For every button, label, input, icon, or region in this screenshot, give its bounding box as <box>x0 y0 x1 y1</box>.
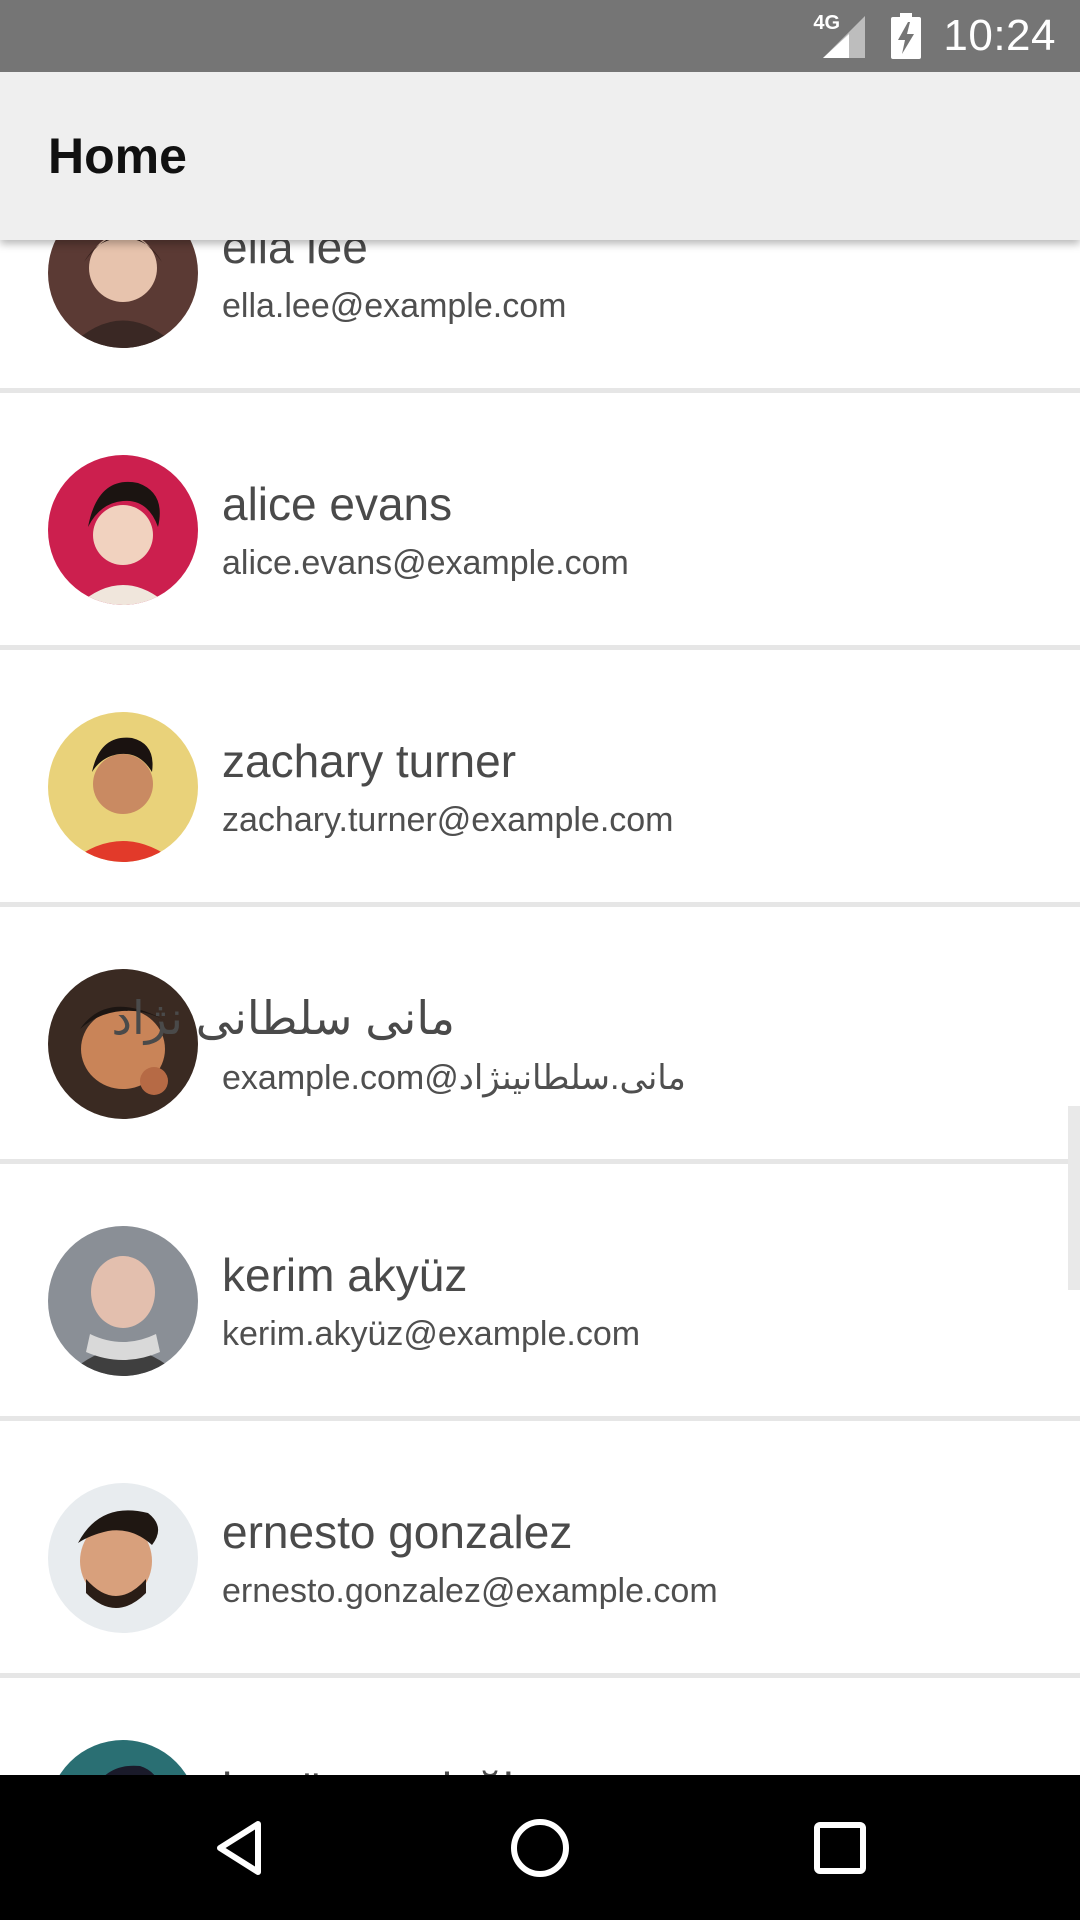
contact-name: zachary turner <box>222 735 517 787</box>
list-item[interactable]: ella lee ella.lee@example.com <box>0 240 1080 393</box>
avatar <box>48 1483 198 1633</box>
recents-button[interactable] <box>770 1775 910 1920</box>
avatar-photo-icon <box>48 1226 198 1376</box>
status-bar: 4G 10:24 <box>0 0 1080 72</box>
clock: 10:24 <box>943 11 1056 60</box>
navigation-bar <box>0 1775 1080 1920</box>
avatar <box>48 1740 198 1775</box>
avatar-photo-icon <box>48 1483 198 1633</box>
back-button[interactable] <box>170 1775 310 1920</box>
contact-name: kerim akyüz <box>222 1249 468 1301</box>
contact-name: مانی سلطانی نژاد <box>111 992 455 1044</box>
scrollbar-thumb[interactable] <box>1068 1106 1080 1290</box>
contact-email: ella.lee@example.com <box>222 287 567 325</box>
contact-email: alice.evans@example.com <box>222 544 629 582</box>
contact-email: kerim.akyüz@example.com <box>222 1315 641 1353</box>
signal-icon: 4G <box>813 12 869 58</box>
contact-email: zachary.turner@example.com <box>222 801 674 839</box>
contact-email: example.com@مانی.سلطانینژاد <box>222 1059 686 1097</box>
avatar-photo-icon <box>48 240 198 348</box>
status-icons: 4G 10:24 <box>813 0 1056 72</box>
avatar-photo-icon <box>48 1740 198 1775</box>
battery-charging-icon <box>891 13 922 59</box>
avatar-photo-icon <box>48 712 198 862</box>
list-item[interactable]: kerim akyüz kerim.akyüz@example.com <box>0 1164 1080 1421</box>
list-item[interactable]: begüm oraloğlu <box>0 1678 1080 1775</box>
avatar <box>48 1226 198 1376</box>
home-button[interactable] <box>470 1775 610 1920</box>
recents-icon <box>814 1821 866 1874</box>
contact-name: ella lee <box>222 240 368 273</box>
contact-name: alice evans <box>222 478 453 530</box>
avatar <box>48 712 198 862</box>
contact-name: ernesto gonzalez <box>222 1506 573 1558</box>
back-icon <box>217 1820 261 1875</box>
contact-email: ernesto.gonzalez@example.com <box>222 1572 718 1610</box>
network-type-label: 4G <box>813 12 841 34</box>
list-item[interactable]: ernesto gonzalez ernesto.gonzalez@exampl… <box>0 1421 1080 1678</box>
list-item[interactable]: zachary turner zachary.turner@example.co… <box>0 650 1080 907</box>
app-bar: Home <box>0 72 1080 240</box>
list-item[interactable]: مانی سلطانی نژاد example.com@مانی.سلطانی… <box>0 907 1080 1164</box>
home-icon <box>511 1818 569 1877</box>
avatar-photo-icon <box>48 455 198 605</box>
list-item[interactable]: alice evans alice.evans@example.com <box>0 393 1080 650</box>
avatar <box>48 455 198 605</box>
contact-name: begüm oraloğlu <box>222 1762 539 1775</box>
avatar <box>48 240 198 348</box>
contact-list[interactable]: ella lee ella.lee@example.com alice evan… <box>0 240 1080 1775</box>
page-title: Home <box>48 128 187 184</box>
